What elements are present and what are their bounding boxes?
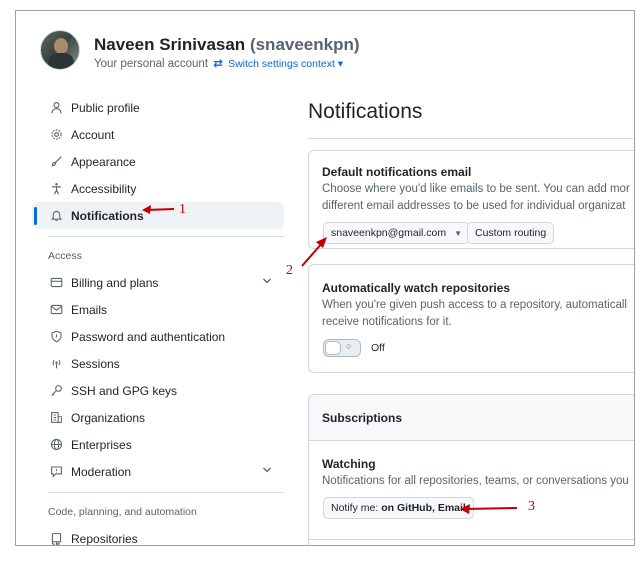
toggle-off-icon: ○ (346, 341, 352, 351)
sidebar-item-label: SSH and GPG keys (71, 383, 178, 398)
annotation-arrow-1 (142, 205, 175, 214)
bell-icon (48, 208, 64, 224)
sidebar-item-label: Appearance (71, 154, 136, 169)
organization-icon (48, 410, 64, 426)
sidebar-item-label: Sessions (71, 356, 120, 371)
auto-watch-desc-line2: receive notifications for it. (322, 316, 452, 328)
sidebar-item-label: Enterprises (71, 437, 132, 452)
default-email-box: Default notifications email Choose where… (308, 150, 634, 249)
account-name: Naveen Srinivasan (snaveenkpn) (94, 35, 360, 55)
annotation-arrow-3 (460, 504, 518, 514)
credit-card-icon (48, 275, 64, 291)
sidebar-item-moderation[interactable]: Moderation (32, 458, 286, 485)
sidebar-heading-code: Code, planning, and automation (48, 506, 197, 518)
subscriptions-divider (309, 539, 634, 540)
sidebar-item-organizations[interactable]: Organizations (32, 404, 286, 431)
notify-me-value: on GitHub, Email (381, 502, 466, 514)
auto-watch-toggle[interactable]: ○ (323, 339, 361, 357)
sidebar-item-billing[interactable]: Billing and plans (32, 269, 286, 296)
sidebar-item-repositories[interactable]: Repositories (32, 525, 286, 546)
custom-routing-label: Custom routing (475, 227, 547, 239)
sidebar-item-label: Accessibility (71, 181, 137, 196)
toggle-state-label: Off (371, 342, 385, 354)
title-divider (308, 138, 634, 139)
report-icon (48, 464, 64, 480)
sidebar-item-label: Repositories (71, 531, 138, 546)
sidebar-item-password[interactable]: Password and authentication (32, 323, 286, 350)
default-email-desc-line1: Choose where you'd like emails to be sen… (322, 183, 630, 195)
sidebar-item-label: Password and authentication (71, 329, 226, 344)
account-subtitle-row: Your personal account ⇄ Switch settings … (94, 56, 343, 70)
email-select-value: snaveenkpn@gmail.com (331, 227, 447, 239)
accessibility-icon (48, 181, 64, 197)
notify-me-dropdown[interactable]: Notify me: on GitHub, Email (323, 497, 474, 519)
notify-me-prefix: Notify me: (331, 502, 379, 514)
settings-sidebar: Public profile Account Appearance Access… (32, 94, 286, 546)
watching-title: Watching (322, 457, 376, 471)
custom-routing-button[interactable]: Custom routing (467, 222, 555, 244)
auto-watch-box: Automatically watch repositories When yo… (308, 264, 634, 373)
avatar[interactable] (40, 30, 80, 70)
sidebar-heading-access: Access (48, 250, 82, 262)
page-title: Notifications (308, 100, 423, 123)
email-select[interactable]: snaveenkpn@gmail.com ▼ (323, 222, 471, 244)
caret-down-icon: ▼ (454, 228, 463, 238)
sidebar-item-label: Moderation (71, 464, 132, 479)
globe-icon (48, 437, 64, 453)
default-email-title: Default notifications email (322, 165, 472, 179)
sidebar-divider (48, 492, 284, 493)
switch-arrows-icon: ⇄ (213, 58, 223, 70)
gear-icon (48, 127, 64, 143)
sidebar-item-enterprises[interactable]: Enterprises (32, 431, 286, 458)
default-email-desc-line2: different email addresses to be used for… (322, 200, 626, 212)
sidebar-item-label: Billing and plans (71, 275, 159, 290)
switch-settings-context-link[interactable]: Switch settings context ▾ (228, 58, 343, 70)
sidebar-item-appearance[interactable]: Appearance (32, 148, 286, 175)
shield-icon (48, 329, 64, 345)
annotation-number-3: 3 (528, 499, 535, 514)
chevron-down-icon[interactable] (262, 465, 272, 478)
annotation-number-1: 1 (179, 202, 186, 217)
sidebar-item-emails[interactable]: Emails (32, 296, 286, 323)
screenshot-frame: Naveen Srinivasan (snaveenkpn) Your pers… (15, 10, 635, 546)
sidebar-item-label: Organizations (71, 410, 146, 425)
auto-watch-desc-line1: When you're given push access to a repos… (322, 299, 627, 311)
sidebar-item-accessibility[interactable]: Accessibility (32, 175, 286, 202)
sidebar-item-label: Account (71, 127, 115, 142)
mail-icon (48, 302, 64, 318)
sidebar-divider (48, 236, 284, 237)
account-subtitle: Your personal account (94, 58, 209, 70)
subscriptions-box: Subscriptions Watching Notifications for… (308, 394, 634, 545)
subscriptions-title: Subscriptions (322, 411, 403, 425)
sidebar-item-label: Notifications (71, 208, 144, 223)
sidebar-item-label: Emails (71, 302, 108, 317)
repo-icon (48, 531, 64, 545)
sidebar-item-account[interactable]: Account (32, 121, 286, 148)
chevron-down-icon[interactable] (262, 276, 272, 289)
annotation-arrow-2 (301, 237, 327, 267)
annotation-number-2: 2 (286, 263, 293, 278)
key-icon (48, 383, 64, 399)
account-display-name: Naveen Srinivasan (94, 35, 246, 54)
sidebar-item-public-profile[interactable]: Public profile (32, 94, 286, 121)
paintbrush-icon (48, 154, 64, 170)
watching-desc: Notifications for all repositories, team… (322, 475, 629, 487)
sidebar-item-sessions[interactable]: Sessions (32, 350, 286, 377)
toggle-knob (325, 341, 341, 355)
sidebar-item-ssh-gpg[interactable]: SSH and GPG keys (32, 377, 286, 404)
sidebar-item-label: Public profile (71, 100, 140, 115)
auto-watch-title: Automatically watch repositories (322, 281, 511, 295)
broadcast-icon (48, 356, 64, 372)
account-login: (snaveenkpn) (249, 35, 360, 54)
person-icon (48, 100, 64, 116)
